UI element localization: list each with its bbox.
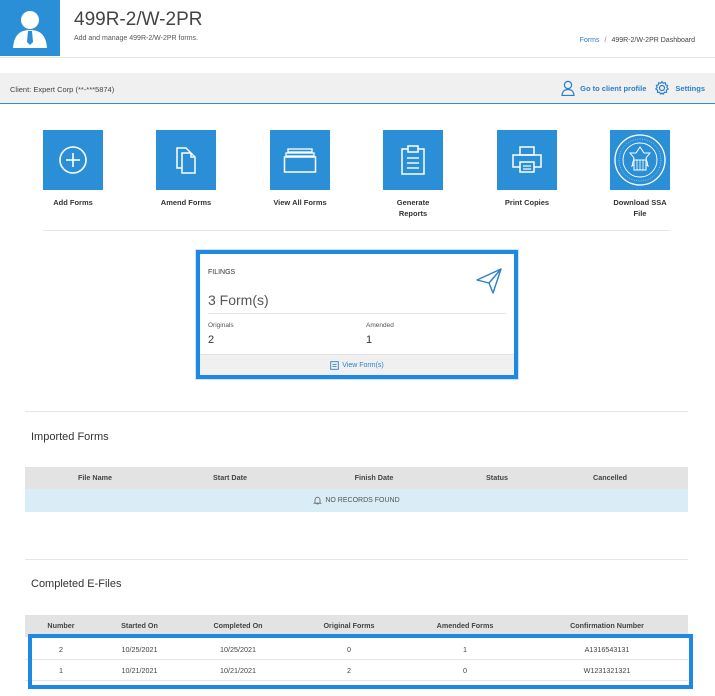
breadcrumb-current: 499R-2/W-2PR Dashboard — [611, 37, 695, 44]
filings-separator — [208, 313, 506, 314]
cell-confirmation-number: W1231321321 — [583, 666, 631, 675]
clipboard-icon — [401, 145, 425, 175]
amended-label: Amended — [366, 322, 394, 329]
page-title: 499R-2/W-2PR — [74, 9, 203, 30]
add-forms-button[interactable] — [43, 130, 103, 190]
filings-count: 3 Form(s) — [208, 292, 269, 308]
client-label: Client: Expert Corp (**-***5874) — [10, 85, 115, 94]
print-copies-tile[interactable]: Print Copies — [496, 130, 558, 208]
download-ssa-file-button[interactable] — [610, 130, 670, 190]
documents-icon — [176, 147, 196, 174]
view-forms-icon — [330, 360, 339, 370]
imported-divider — [25, 411, 688, 412]
column-header-number[interactable]: Number — [25, 615, 97, 637]
ssa-seal-icon — [614, 134, 666, 186]
send-icon — [476, 268, 502, 294]
cell-number: 2 — [59, 645, 63, 654]
column-header-cancelled[interactable]: Cancelled — [541, 467, 679, 489]
cell-original-forms: 2 — [347, 666, 351, 675]
cell-amended-forms: 0 — [463, 666, 467, 675]
settings-link[interactable]: Settings — [654, 80, 705, 96]
bell-icon — [313, 496, 323, 505]
column-header-amended-forms[interactable]: Amended Forms — [404, 615, 526, 637]
cell-completed-on: 10/21/2021 — [220, 666, 256, 675]
cell-amended-forms: 1 — [463, 645, 467, 654]
cell-number: 1 — [59, 666, 63, 675]
go-to-client-profile-label: Go to client profile — [580, 83, 647, 93]
column-header-started-on[interactable]: Started On — [97, 615, 182, 637]
originals-value: 2 — [208, 334, 215, 346]
view-all-forms-button[interactable] — [270, 130, 330, 190]
client-bar: Client: Expert Corp (**-***5874) Go to c… — [0, 73, 715, 104]
column-header-file-name[interactable]: File Name — [25, 467, 165, 489]
cell-confirmation-number: A1316543131 — [584, 645, 630, 654]
breadcrumb-separator: / — [604, 37, 607, 44]
breadcrumb-forms-link[interactable]: Forms — [580, 37, 600, 44]
no-records-row: NO RECORDS FOUND — [25, 489, 688, 512]
add-circle-icon — [59, 146, 87, 174]
imported-forms-title: Imported Forms — [31, 431, 109, 443]
cell-started-on: 10/25/2021 — [121, 645, 158, 654]
add-forms-tile[interactable]: Add Forms — [42, 130, 104, 208]
printer-icon — [512, 146, 542, 173]
cell-original-forms: 0 — [347, 645, 351, 654]
user-icon — [13, 11, 47, 48]
originals-label: Originals — [208, 322, 234, 329]
column-header-status[interactable]: Status — [453, 467, 541, 489]
gear-icon — [655, 80, 670, 95]
table-row[interactable]: 2 10/25/2021 10/25/2021 0 1 A1316543131 — [25, 639, 688, 660]
amend-forms-label: Amend Forms — [160, 198, 212, 207]
print-copies-button[interactable] — [497, 130, 557, 190]
download-ssa-file-tile[interactable]: Download SSA File — [609, 130, 671, 219]
table-row[interactable]: 1 10/21/2021 10/21/2021 2 0 W1231321321 — [25, 660, 688, 681]
add-forms-label: Add Forms — [53, 198, 93, 207]
folders-icon — [283, 148, 317, 173]
view-forms-label: View Form(s) — [342, 361, 384, 369]
imported-forms-table: File Name Start Date Finish Date Status … — [25, 467, 688, 512]
go-to-client-profile-link[interactable]: Go to client profile — [561, 80, 646, 96]
column-header-start-date[interactable]: Start Date — [165, 467, 295, 489]
settings-label: Settings — [675, 83, 705, 93]
person-icon — [561, 80, 575, 96]
completed-efiles-header: Number Started On Completed On Original … — [25, 615, 688, 637]
page-subtitle: Add and manage 499R-2/W-2PR forms. — [74, 35, 198, 42]
view-all-forms-label: View All Forms — [273, 198, 327, 207]
column-header-completed-on[interactable]: Completed On — [182, 615, 294, 637]
view-forms-link[interactable]: View Form(s) — [200, 354, 514, 375]
page-header: 499R-2/W-2PR Add and manage 499R-2/W-2PR… — [0, 0, 715, 58]
amend-forms-button[interactable] — [156, 130, 216, 190]
tiles-divider — [43, 230, 670, 231]
no-records-label: NO RECORDS FOUND — [325, 497, 400, 504]
breadcrumb: Forms / 499R-2/W-2PR Dashboard — [580, 37, 695, 44]
amended-value: 1 — [366, 334, 373, 346]
cell-completed-on: 10/25/2021 — [220, 645, 256, 654]
download-ssa-file-label: Download SSA File — [613, 198, 667, 218]
filings-label: FILINGS — [208, 269, 236, 276]
amend-forms-tile[interactable]: Amend Forms — [155, 130, 217, 208]
generate-reports-button[interactable] — [383, 130, 443, 190]
column-header-confirmation-number[interactable]: Confirmation Number — [526, 615, 688, 637]
client-actions: Go to client profile Settings — [553, 80, 705, 96]
imported-forms-header: File Name Start Date Finish Date Status … — [25, 467, 688, 489]
column-header-finish-date[interactable]: Finish Date — [295, 467, 453, 489]
view-all-forms-tile[interactable]: View All Forms — [269, 130, 331, 208]
completed-efiles-table: Number Started On Completed On Original … — [25, 615, 688, 681]
avatar — [0, 0, 60, 56]
cell-started-on: 10/21/2021 — [121, 666, 158, 675]
efiles-divider — [25, 559, 688, 560]
print-copies-label: Print Copies — [504, 198, 550, 207]
column-header-original-forms[interactable]: Original Forms — [294, 615, 404, 637]
filings-card: FILINGS 3 Form(s) Originals 2 Amended 1 … — [196, 250, 518, 379]
completed-efiles-title: Completed E-Files — [31, 578, 122, 590]
generate-reports-tile[interactable]: Generate Reports — [382, 130, 444, 219]
generate-reports-label: Generate Reports — [396, 198, 430, 218]
